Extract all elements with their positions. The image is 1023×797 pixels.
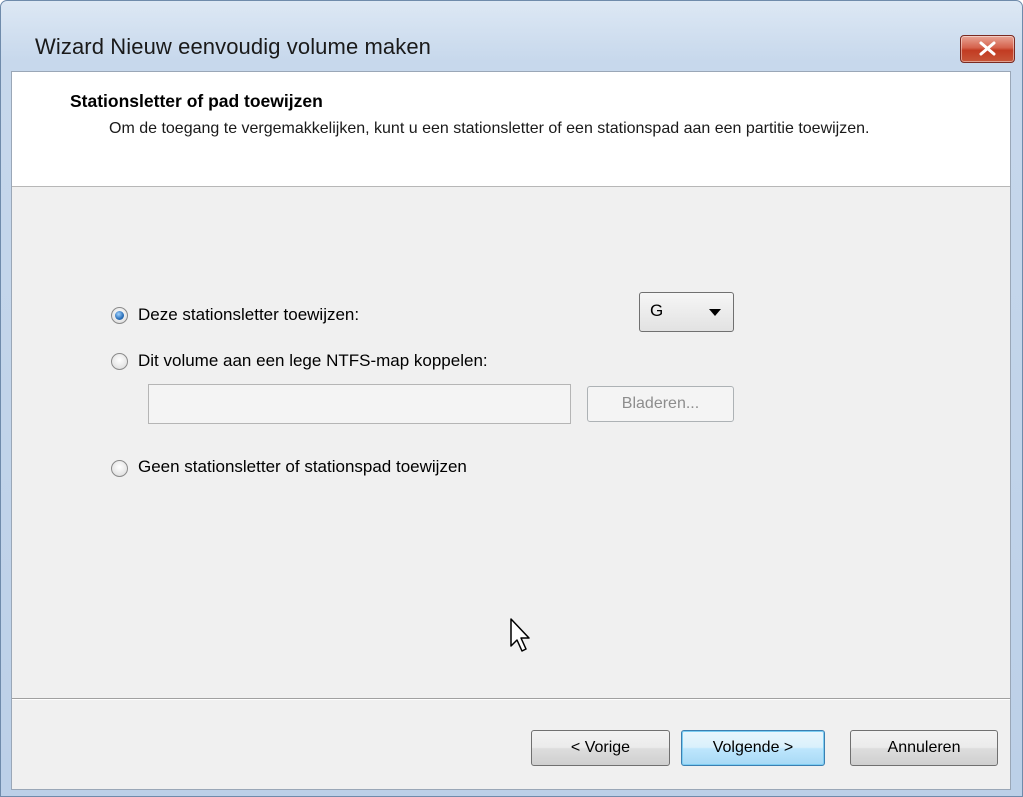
browse-button[interactable]: Bladeren... <box>587 386 734 422</box>
mouse-cursor-icon <box>510 618 530 652</box>
footer-divider <box>12 698 1010 700</box>
page-description: Om de toegang te vergemakkelijken, kunt … <box>109 120 870 137</box>
wizard-client-area: Stationsletter of pad toewijzen Om de to… <box>11 71 1011 790</box>
back-button[interactable]: < Vorige <box>531 730 670 766</box>
label-assign-letter[interactable]: Deze stationsletter toewijzen: <box>138 305 359 325</box>
radio-assign-letter[interactable] <box>111 307 128 324</box>
radio-no-letter[interactable] <box>111 460 128 477</box>
title-bar[interactable]: Wizard Nieuw eenvoudig volume maken <box>1 1 1022 81</box>
wizard-header: Stationsletter of pad toewijzen Om de to… <box>12 72 1010 187</box>
radio-mount-folder[interactable] <box>111 353 128 370</box>
label-no-letter[interactable]: Geen stationsletter of stationspad toewi… <box>138 457 467 477</box>
chevron-down-icon <box>709 309 721 316</box>
label-mount-folder[interactable]: Dit volume aan een lege NTFS-map koppele… <box>138 351 488 371</box>
drive-letter-select[interactable]: G <box>639 292 734 332</box>
close-button[interactable] <box>960 35 1015 63</box>
next-button[interactable]: Volgende > <box>681 730 825 766</box>
wizard-window: Wizard Nieuw eenvoudig volume maken Stat… <box>0 0 1023 797</box>
window-title: Wizard Nieuw eenvoudig volume maken <box>35 34 432 59</box>
cancel-button[interactable]: Annuleren <box>850 730 998 766</box>
page-title: Stationsletter of pad toewijzen <box>70 91 323 111</box>
drive-letter-value: G <box>650 301 664 320</box>
close-icon <box>979 41 996 56</box>
folder-path-input[interactable] <box>148 384 571 424</box>
radio-selected-dot <box>115 311 124 320</box>
